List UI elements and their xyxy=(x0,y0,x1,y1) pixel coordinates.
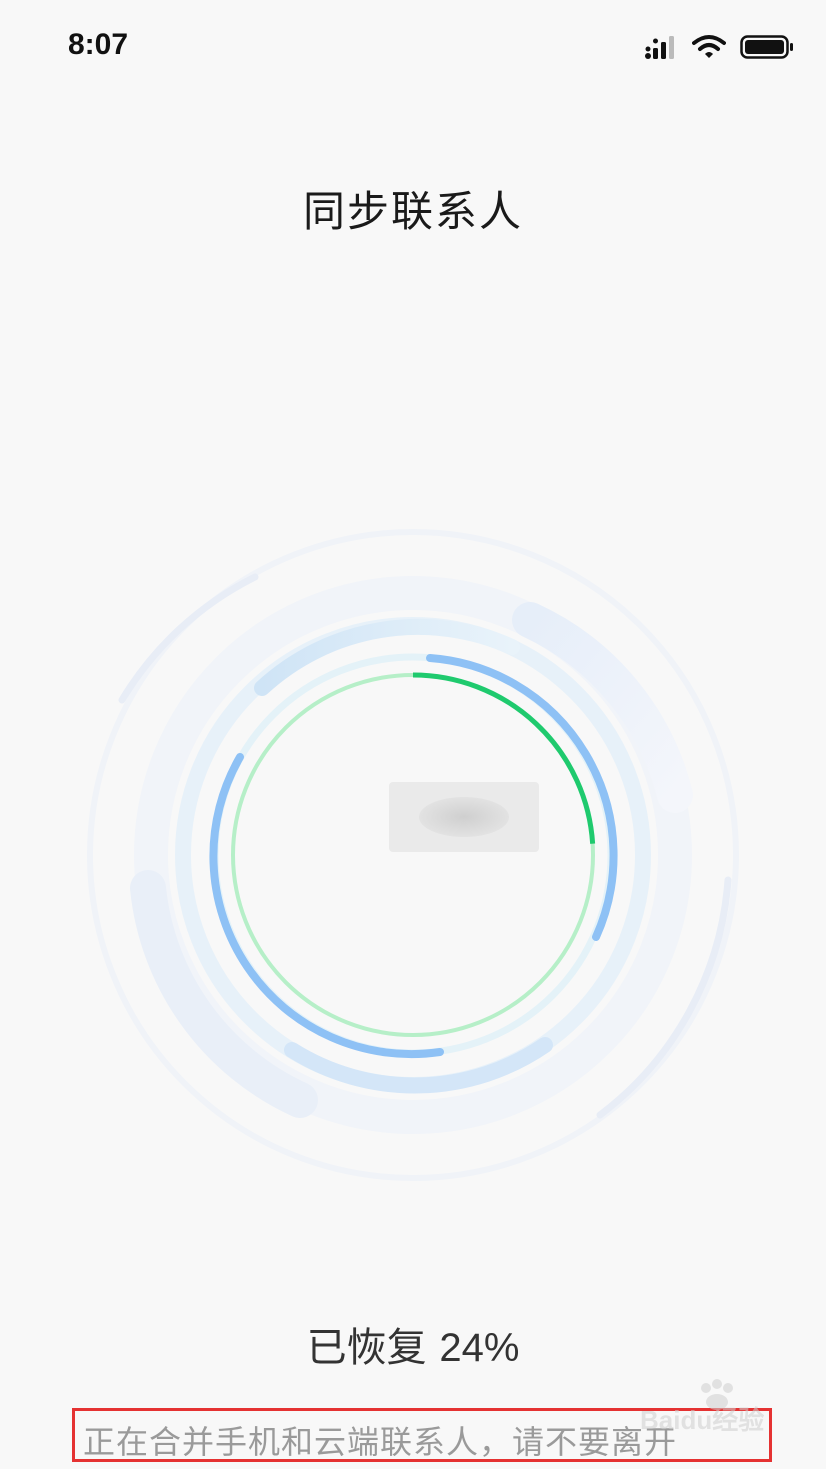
status-icons xyxy=(644,34,794,60)
page-title: 同步联系人 xyxy=(302,187,523,236)
watermark: Baidu经验 xyxy=(640,1378,780,1438)
status-time: 8:07 xyxy=(68,28,129,61)
progress-label: 已恢复 24% xyxy=(0,1315,826,1373)
progress-percent: 24% xyxy=(439,1326,520,1370)
progress-prefix: 已恢复 xyxy=(306,1325,427,1371)
wifi-icon xyxy=(692,35,726,58)
signal-icon xyxy=(645,36,674,59)
hint-text: 正在合并手机和云端联系人，请不要离开 xyxy=(83,1423,678,1461)
status-bar: 8:07 xyxy=(0,0,826,100)
watermark-text: Baidu经验 xyxy=(640,1405,765,1435)
battery-icon xyxy=(740,35,793,59)
middle-light-ring xyxy=(175,617,651,1093)
sync-progress-rings xyxy=(87,529,739,1181)
blurred-region xyxy=(389,782,539,852)
